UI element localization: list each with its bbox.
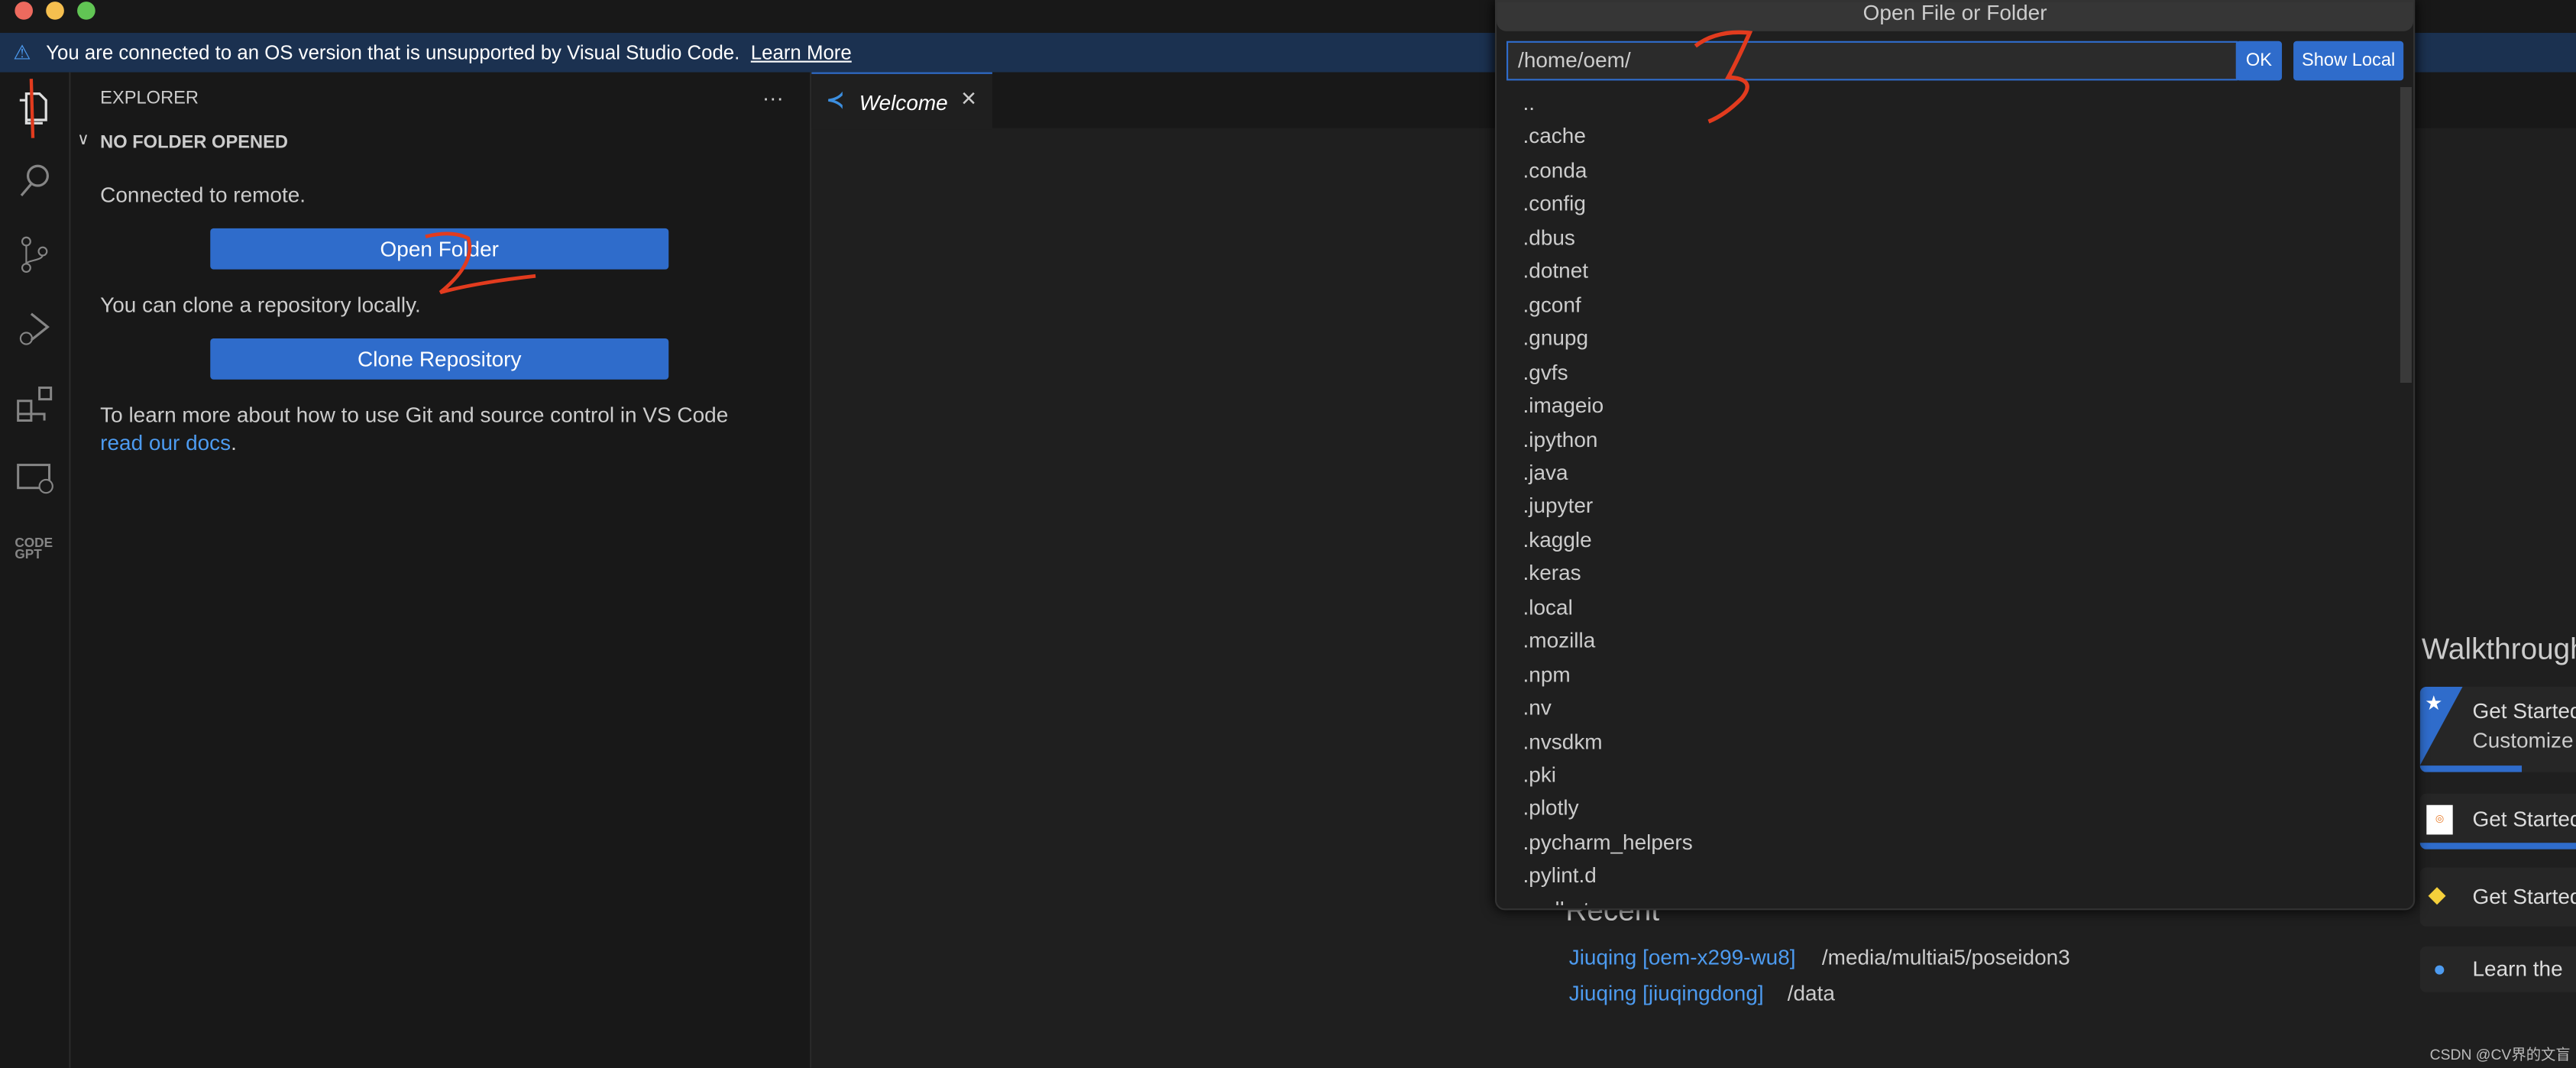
show-local-button[interactable]: Show Local xyxy=(2293,40,2404,81)
file-list-item[interactable]: .pycharm_helpers xyxy=(1523,826,1693,859)
search-icon[interactable] xyxy=(11,157,57,203)
file-list-item[interactable]: .local xyxy=(1523,591,1573,624)
file-list-item[interactable]: .config xyxy=(1523,188,1586,221)
git-info-text: To learn more about how to use Git and s… xyxy=(100,401,774,457)
activity-bar: CODE GPT xyxy=(0,72,71,1068)
lightbulb-icon: ● xyxy=(2432,956,2446,981)
file-list-item[interactable]: .plotly xyxy=(1523,792,1579,825)
file-list-item[interactable]: .kaggle xyxy=(1523,524,1592,557)
path-input[interactable]: /home/oem/ xyxy=(1506,40,2238,81)
walkthrough-sub: Customize xyxy=(2472,727,2574,752)
file-list-item[interactable]: .mozilla xyxy=(1523,625,1596,658)
file-list-item[interactable]: .npm xyxy=(1523,659,1571,691)
chevron-down-icon[interactable]: ∨ xyxy=(77,131,89,150)
period: . xyxy=(231,430,237,455)
recent-item-path: /data xyxy=(1787,980,1835,1006)
remote-explorer-icon[interactable] xyxy=(11,455,57,501)
open-folder-button[interactable]: Open Folder xyxy=(210,228,669,270)
file-list-item[interactable]: .ipython xyxy=(1523,423,1598,456)
file-list-item[interactable]: .nv xyxy=(1523,692,1552,725)
open-file-dialog: Open File or Folder /home/oem/ OK Show L… xyxy=(1494,0,2416,911)
file-list-item[interactable]: .redhat xyxy=(1523,893,1590,905)
file-list-item[interactable]: .pki xyxy=(1523,759,1557,792)
file-list: .. .cache .conda .config .dbus .dotnet .gconf.… xyxy=(1497,87,2413,905)
explorer-title: EXPLORER xyxy=(100,89,199,108)
walkthrough-label: Learn the xyxy=(2472,956,2563,981)
file-list-item[interactable]: .pylint.d xyxy=(1523,859,1597,892)
tab-label: Welcome xyxy=(859,90,948,115)
file-list-item[interactable]: .nvsdkm xyxy=(1523,726,1603,759)
clone-repository-button[interactable]: Clone Repository xyxy=(210,338,669,380)
file-list-item[interactable]: .dbus xyxy=(1523,222,1575,254)
close-window-button[interactable] xyxy=(15,2,34,20)
maximize-window-button[interactable] xyxy=(77,2,95,20)
walkthroughs-title: Walkthroughs xyxy=(2421,632,2576,665)
list-scrollbar[interactable] xyxy=(2400,86,2412,384)
walkthrough-progress xyxy=(2419,765,2523,772)
walkthrough-card[interactable]: ◎ Get Started xyxy=(2419,793,2576,850)
tab-welcome[interactable]: ≺ Welcome × xyxy=(811,72,992,130)
git-info-body: To learn more about how to use Git and s… xyxy=(100,402,729,428)
section-no-folder[interactable]: NO FOLDER OPENED xyxy=(100,133,288,153)
source-control-icon[interactable] xyxy=(11,231,57,277)
vscode-logo-icon: ≺ xyxy=(826,86,845,112)
walkthrough-label: Get Started xyxy=(2472,883,2576,909)
file-list-item[interactable]: .gvfs xyxy=(1523,356,1568,389)
read-docs-link[interactable]: read our docs xyxy=(100,430,231,455)
minimize-window-button[interactable] xyxy=(46,2,64,20)
close-tab-icon[interactable]: × xyxy=(961,86,976,115)
walkthrough-card[interactable]: ★ Get Started Customize xyxy=(2419,686,2576,772)
file-list-item[interactable]: .conda xyxy=(1523,154,1587,187)
file-list-item[interactable]: .imageio xyxy=(1523,390,1604,422)
star-icon: ★ xyxy=(2419,686,2463,766)
recent-item-name[interactable]: Jiuqing [jiuqingdong] xyxy=(1569,981,1764,1005)
file-list-item[interactable]: .. xyxy=(1523,87,1536,120)
file-list-item[interactable]: .dotnet xyxy=(1523,255,1589,288)
walkthrough-label: Get Started xyxy=(2472,806,2576,832)
explorer-sidebar: EXPLORER ··· ∨ NO FOLDER OPENED Connecte… xyxy=(70,72,812,1068)
file-list-item[interactable]: .jupyter xyxy=(1523,490,1594,523)
file-list-item[interactable]: .gconf xyxy=(1523,289,1581,322)
vscode-window: ⚠ You are connected to an OS version tha… xyxy=(0,0,2576,1068)
more-actions-icon[interactable]: ··· xyxy=(762,86,784,110)
dialog-title: Open File or Folder xyxy=(1497,1,2414,31)
run-debug-icon[interactable] xyxy=(11,306,57,351)
walkthrough-card[interactable]: ◆ Get Started xyxy=(2419,867,2576,927)
ok-button[interactable]: OK xyxy=(2235,40,2283,81)
recent-item-path: /media/multiai5/poseidon3 xyxy=(1821,944,2070,969)
codegpt-icon[interactable]: CODE GPT xyxy=(15,536,53,561)
file-list-item[interactable]: .keras xyxy=(1523,558,1581,591)
warning-icon: ⚠ xyxy=(13,40,31,64)
walkthrough-label: Get Started xyxy=(2472,697,2576,723)
recent-item-name[interactable]: Jiuqing [oem-x299-wu8] xyxy=(1569,945,1796,969)
walkthrough-card[interactable]: ● Learn the xyxy=(2419,946,2576,992)
python-icon: ◆ xyxy=(2428,880,2446,908)
file-list-item[interactable]: .gnupg xyxy=(1523,322,1589,355)
file-list-item[interactable]: .cache xyxy=(1523,121,1586,154)
banner-message: You are connected to an OS version that … xyxy=(46,40,740,64)
jupyter-icon: ◎ xyxy=(2426,804,2453,835)
clone-text: You can clone a repository locally. xyxy=(100,292,421,318)
watermark: CSDN @CV界的文盲 xyxy=(2429,1046,2571,1063)
learn-more-link[interactable]: Learn More xyxy=(751,33,852,73)
connected-text: Connected to remote. xyxy=(100,182,306,207)
svg-text:★: ★ xyxy=(2425,693,2442,714)
explorer-icon[interactable] xyxy=(11,86,57,131)
walkthrough-progress xyxy=(2419,843,2576,850)
file-list-item[interactable]: .java xyxy=(1523,457,1568,490)
extensions-icon[interactable] xyxy=(11,381,57,427)
